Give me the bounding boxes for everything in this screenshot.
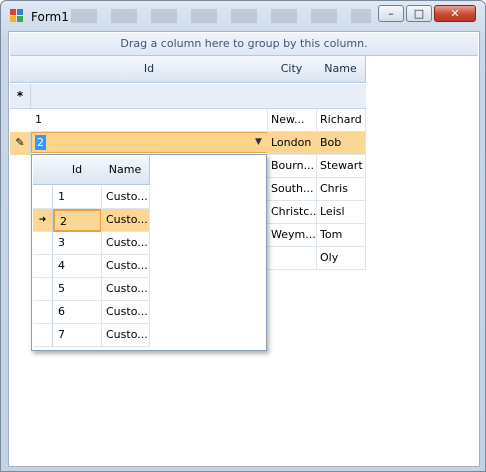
app-icon: [10, 9, 23, 22]
id-combo-editor[interactable]: 2 ▼: [31, 132, 268, 153]
popup-cell-id[interactable]: 5: [53, 278, 102, 301]
popup-cell-name[interactable]: Custo...: [101, 186, 150, 209]
popup-cell-name[interactable]: Custo...: [101, 255, 150, 278]
close-button[interactable]: ✕: [434, 5, 476, 22]
current-row-arrow-icon: ➜: [33, 209, 53, 232]
cell-name-row2[interactable]: Bob: [316, 132, 366, 155]
popup-cell-id-selected[interactable]: 2: [53, 209, 102, 232]
popup-cell-name[interactable]: Custo...: [101, 278, 150, 301]
popup-row-indicator: [33, 324, 53, 347]
maximize-button[interactable]: □: [406, 5, 432, 22]
popup-cell-id[interactable]: 6: [53, 301, 102, 324]
minimize-button[interactable]: –: [378, 5, 404, 22]
column-header-name[interactable]: Name: [316, 56, 366, 83]
cell-name-row3[interactable]: Stewart: [316, 155, 366, 178]
column-header-id[interactable]: Id: [31, 56, 268, 83]
popup-cell-id[interactable]: 3: [53, 232, 102, 255]
popup-cell-id[interactable]: 7: [53, 324, 102, 347]
cell-city-row1[interactable]: New...: [267, 109, 317, 132]
popup-cell-id[interactable]: 4: [53, 255, 102, 278]
id-combo-value[interactable]: 2: [35, 135, 46, 150]
popup-row-indicator: [33, 255, 53, 278]
popup-column-header-id[interactable]: Id: [53, 156, 102, 185]
cell-name-row6[interactable]: Tom: [316, 224, 366, 247]
cell-city-row5[interactable]: Christc...: [267, 201, 317, 224]
popup-row-indicator: [33, 232, 53, 255]
popup-column-header-name[interactable]: Name: [101, 156, 150, 185]
new-row[interactable]: *: [10, 84, 366, 109]
popup-cell-name[interactable]: Custo...: [101, 324, 150, 347]
cell-name-row4[interactable]: Chris: [316, 178, 366, 201]
dropdown-arrow-icon[interactable]: ▼: [250, 133, 267, 152]
editing-row-indicator: ✎: [10, 132, 31, 155]
title-bar[interactable]: Form1 – □ ✕: [1, 1, 485, 31]
group-panel[interactable]: Drag a column here to group by this colu…: [10, 33, 478, 56]
cell-city-row3[interactable]: Bourn...: [267, 155, 317, 178]
popup-cell-name[interactable]: Custo...: [101, 301, 150, 324]
popup-cell-name-selected[interactable]: Custo...: [101, 209, 150, 232]
popup-cell-id[interactable]: 1: [53, 186, 102, 209]
window-title: Form1: [31, 10, 69, 24]
cell-city-row4[interactable]: South...: [267, 178, 317, 201]
cell-id-row1[interactable]: 1: [31, 109, 268, 132]
cell-name-row5[interactable]: Leisl: [316, 201, 366, 224]
grid-view[interactable]: Drag a column here to group by this colu…: [8, 31, 480, 467]
cell-city-row2[interactable]: London: [267, 132, 317, 155]
id-dropdown-grid[interactable]: Id Name 1 Custo... ➜ 2 Custo... 3 Custo.…: [31, 154, 267, 351]
popup-row-indicator: [33, 301, 53, 324]
cell-city-row7[interactable]: [267, 247, 317, 270]
popup-header-corner: [33, 156, 54, 185]
popup-row-indicator: [33, 278, 53, 301]
popup-cell-name[interactable]: Custo...: [101, 232, 150, 255]
new-row-indicator: *: [10, 84, 31, 108]
cell-name-row7[interactable]: Oly: [316, 247, 366, 270]
column-header-city[interactable]: City: [267, 56, 317, 83]
form-window: Form1 – □ ✕ Drag a column here to group …: [0, 0, 486, 472]
background-window-menu: [71, 9, 371, 23]
popup-row-indicator: [33, 186, 53, 209]
cell-name-row1[interactable]: Richard: [316, 109, 366, 132]
row-header-corner: [10, 56, 32, 83]
cell-city-row6[interactable]: Weym...: [267, 224, 317, 247]
